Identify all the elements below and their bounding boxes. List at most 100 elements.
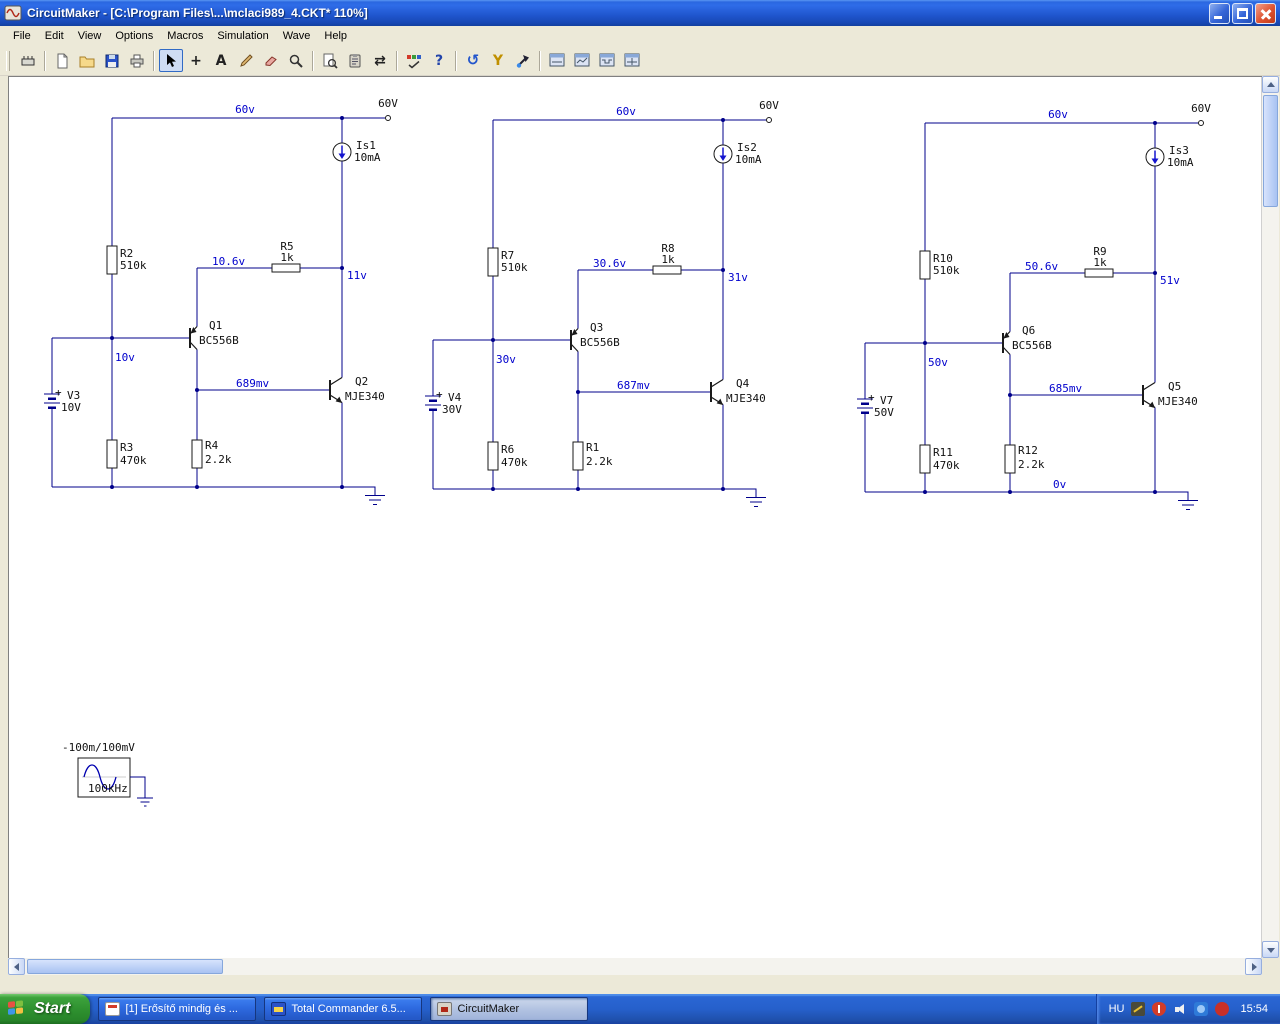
close-button[interactable] <box>1255 2 1276 24</box>
find-button[interactable] <box>318 49 342 72</box>
tray-pen-icon[interactable] <box>1131 1002 1146 1016</box>
node-voltage-label: 51v <box>1160 274 1180 287</box>
run-button[interactable] <box>511 49 535 72</box>
amplifier-circuit[interactable]: 60v 50.6v 51v 50v 685mv 0v 60V Is3 10mA … <box>857 102 1211 510</box>
arrow-up-icon <box>1267 82 1275 87</box>
open-button[interactable] <box>75 49 99 72</box>
transistor-ref-label: Q4 <box>736 377 750 390</box>
node-voltage-label: 685mv <box>1049 382 1082 395</box>
help-button[interactable]: ? <box>427 49 451 72</box>
menu-simulation[interactable]: Simulation <box>210 27 275 45</box>
tray-network-icon[interactable] <box>1194 1002 1209 1016</box>
menu-file[interactable]: File <box>6 27 38 45</box>
vertical-scrollbar[interactable] <box>1262 76 1279 958</box>
parts-browser-button[interactable] <box>16 49 40 72</box>
probe-button[interactable]: Y <box>486 49 510 72</box>
resistor-value-label: 1k <box>280 251 294 264</box>
tray-volume-icon[interactable] <box>1173 1002 1187 1016</box>
resistor-body <box>572 441 584 471</box>
select-tool-button[interactable] <box>159 49 183 72</box>
node-voltage-label: 11v <box>347 269 367 282</box>
analysis-window-button-3[interactable] <box>595 49 619 72</box>
terminal-label: 60V <box>1191 102 1211 115</box>
junction-dot <box>340 116 344 120</box>
arrow-right-icon <box>1252 963 1257 971</box>
delete-tool-button[interactable] <box>259 49 283 72</box>
maximize-button[interactable] <box>1232 2 1253 24</box>
horizontal-scroll-thumb[interactable] <box>27 959 223 974</box>
minimize-button[interactable] <box>1209 2 1230 24</box>
probe-icon: Y <box>492 52 504 69</box>
horizontal-scrollbar[interactable] <box>8 958 1262 975</box>
simulation-check-button[interactable] <box>402 49 426 72</box>
junction-dot <box>1008 393 1012 397</box>
resistor-ref-label: R4 <box>205 439 219 452</box>
node-voltage-label: 687mv <box>617 379 650 392</box>
analysis-window-button-1[interactable] <box>545 49 569 72</box>
wire-tool-button[interactable]: + <box>184 49 208 72</box>
junction-dot <box>1008 490 1012 494</box>
transistor-ref-label: Q6 <box>1022 324 1035 337</box>
analysis-window-button-4[interactable] <box>620 49 644 72</box>
text-tool-button[interactable]: A <box>209 49 233 72</box>
node-voltage-label: 30.6v <box>593 257 626 270</box>
junction-dot <box>721 268 725 272</box>
tray-security-shield-icon[interactable] <box>1152 1002 1167 1016</box>
report-button[interactable] <box>343 49 367 72</box>
toolbar-separator <box>536 50 544 72</box>
scroll-up-button[interactable] <box>1262 76 1279 93</box>
battery-value-label: 30V <box>442 403 462 416</box>
task-label: [1] Erősítő mindig és ... <box>125 1003 238 1015</box>
menu-bar: File Edit View Options Macros Simulation… <box>0 26 1280 46</box>
resistor-value-label: 510k <box>501 261 528 274</box>
reset-button[interactable]: ↺ <box>461 49 485 72</box>
signal-generator[interactable]: -100m/100mV 100kHz <box>62 741 153 807</box>
supply-terminal <box>1198 120 1204 126</box>
ground-symbol <box>137 797 153 807</box>
analysis-window-button-2[interactable] <box>570 49 594 72</box>
pen-tool-button[interactable] <box>234 49 258 72</box>
tray-alert-icon[interactable] <box>1215 1002 1230 1016</box>
taskbar-clock[interactable]: 15:54 <box>1240 1003 1268 1015</box>
menu-wave[interactable]: Wave <box>276 27 318 45</box>
windows-flag-icon <box>8 1000 25 1018</box>
scroll-left-button[interactable] <box>8 958 25 975</box>
junction-dot <box>576 390 580 394</box>
menu-help[interactable]: Help <box>317 27 354 45</box>
new-button[interactable] <box>50 49 74 72</box>
language-indicator[interactable]: HU <box>1109 1003 1125 1015</box>
toolbar: + A ⇄ ? ↺ Y <box>0 46 1280 76</box>
menu-macros[interactable]: Macros <box>160 27 210 45</box>
menu-edit[interactable]: Edit <box>38 27 71 45</box>
menu-options[interactable]: Options <box>108 27 160 45</box>
zoom-tool-button[interactable] <box>284 49 308 72</box>
task-label: Total Commander 6.5... <box>291 1003 406 1015</box>
start-button[interactable]: Start <box>0 994 91 1024</box>
scroll-down-button[interactable] <box>1262 941 1279 958</box>
plus-icon: + <box>190 52 202 69</box>
taskbar-item-browser[interactable]: [1] Erősítő mindig és ... <box>98 997 257 1021</box>
scrollbar-corner <box>1262 958 1279 975</box>
schematic-canvas[interactable]: -100m/100mV 100kHz 60v 10.6v 11v 10v 689… <box>8 76 1262 958</box>
taskbar-item-circuitmaker[interactable]: CircuitMaker <box>430 997 589 1021</box>
scroll-right-button[interactable] <box>1245 958 1262 975</box>
vertical-scroll-thumb[interactable] <box>1263 95 1278 207</box>
ground-symbol <box>1178 500 1198 510</box>
text-icon: A <box>215 52 227 69</box>
split-view-button[interactable]: ⇄ <box>368 49 392 72</box>
save-button[interactable] <box>100 49 124 72</box>
start-label: Start <box>34 1000 71 1017</box>
schematic: -100m/100mV 100kHz 60v 10.6v 11v 10v 689… <box>44 97 1211 807</box>
junction-dot <box>340 485 344 489</box>
node-voltage-label: 60v <box>235 103 255 116</box>
resistor-value-label: 470k <box>501 456 528 469</box>
transistor-ref-label: Q5 <box>1168 380 1181 393</box>
print-button[interactable] <box>125 49 149 72</box>
amplifier-circuit[interactable]: 60v 10.6v 11v 10v 689mv 60V Is1 10mA R2 … <box>44 97 398 505</box>
menu-view[interactable]: View <box>71 27 109 45</box>
amplifier-circuit[interactable]: 60v 30.6v 31v 30v 687mv 60V Is2 10mA R7 … <box>425 99 779 507</box>
resistor-value-label: 1k <box>661 253 675 266</box>
ground-symbol <box>365 495 385 505</box>
junction-dot <box>721 487 725 491</box>
taskbar-item-total-commander[interactable]: Total Commander 6.5... <box>264 997 423 1021</box>
